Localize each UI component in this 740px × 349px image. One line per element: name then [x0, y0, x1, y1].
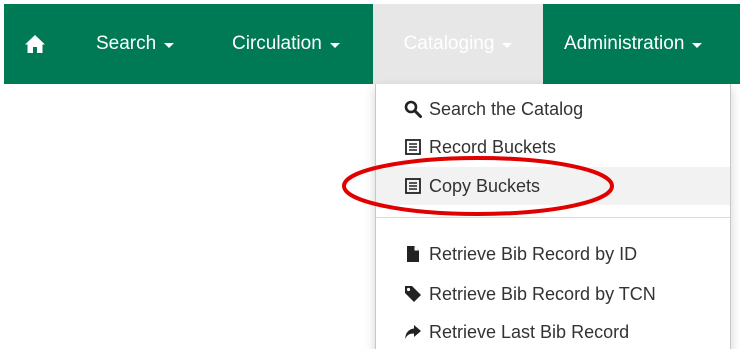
caret-down-icon [692, 42, 703, 48]
menu-item-retrieve-bib-by-id[interactable]: Retrieve Bib Record by ID [376, 235, 730, 273]
menu-item-label: Retrieve Bib Record by TCN [429, 283, 656, 304]
caret-down-icon [329, 42, 340, 48]
menu-item-label: Record Buckets [429, 136, 557, 157]
menu-item-label: Copy Buckets [429, 175, 541, 196]
menu-item-search-catalog[interactable]: Search the Catalog [376, 90, 730, 128]
nav-search-label: Search [96, 33, 157, 54]
top-navbar: Search Circulation Cataloging Administra… [4, 4, 740, 84]
nav-circulation[interactable]: Circulation [232, 4, 340, 84]
cataloging-dropdown-menu: Search the Catalog Record Buckets Copy B… [375, 84, 731, 349]
nav-administration[interactable]: Administration [564, 4, 703, 84]
nav-search[interactable]: Search [96, 4, 175, 84]
nav-administration-label: Administration [564, 33, 685, 54]
list-icon [403, 137, 423, 157]
menu-item-retrieve-bib-by-tcn[interactable]: Retrieve Bib Record by TCN [376, 275, 730, 313]
menu-item-copy-buckets[interactable]: Copy Buckets [376, 167, 730, 205]
menu-item-label: Retrieve Bib Record by ID [429, 243, 638, 264]
menu-item-retrieve-last-bib[interactable]: Retrieve Last Bib Record [376, 313, 730, 349]
menu-divider [376, 217, 730, 218]
nav-cataloging-label: Cataloging [403, 33, 495, 54]
menu-item-record-buckets[interactable]: Record Buckets [376, 128, 730, 166]
menu-item-label: Search the Catalog [429, 98, 584, 119]
share-arrow-icon [403, 322, 423, 342]
nav-cataloging[interactable]: Cataloging [373, 4, 543, 84]
home-icon [25, 35, 45, 53]
list-icon [403, 176, 423, 196]
search-icon [403, 99, 423, 119]
app-window: Search Circulation Cataloging Administra… [0, 0, 740, 349]
menu-item-label: Retrieve Last Bib Record [429, 321, 630, 342]
file-icon [403, 244, 423, 264]
nav-circulation-label: Circulation [232, 33, 322, 54]
caret-down-icon [164, 42, 175, 48]
nav-home[interactable] [24, 4, 54, 84]
caret-down-icon [502, 42, 513, 48]
tag-icon [403, 284, 423, 304]
